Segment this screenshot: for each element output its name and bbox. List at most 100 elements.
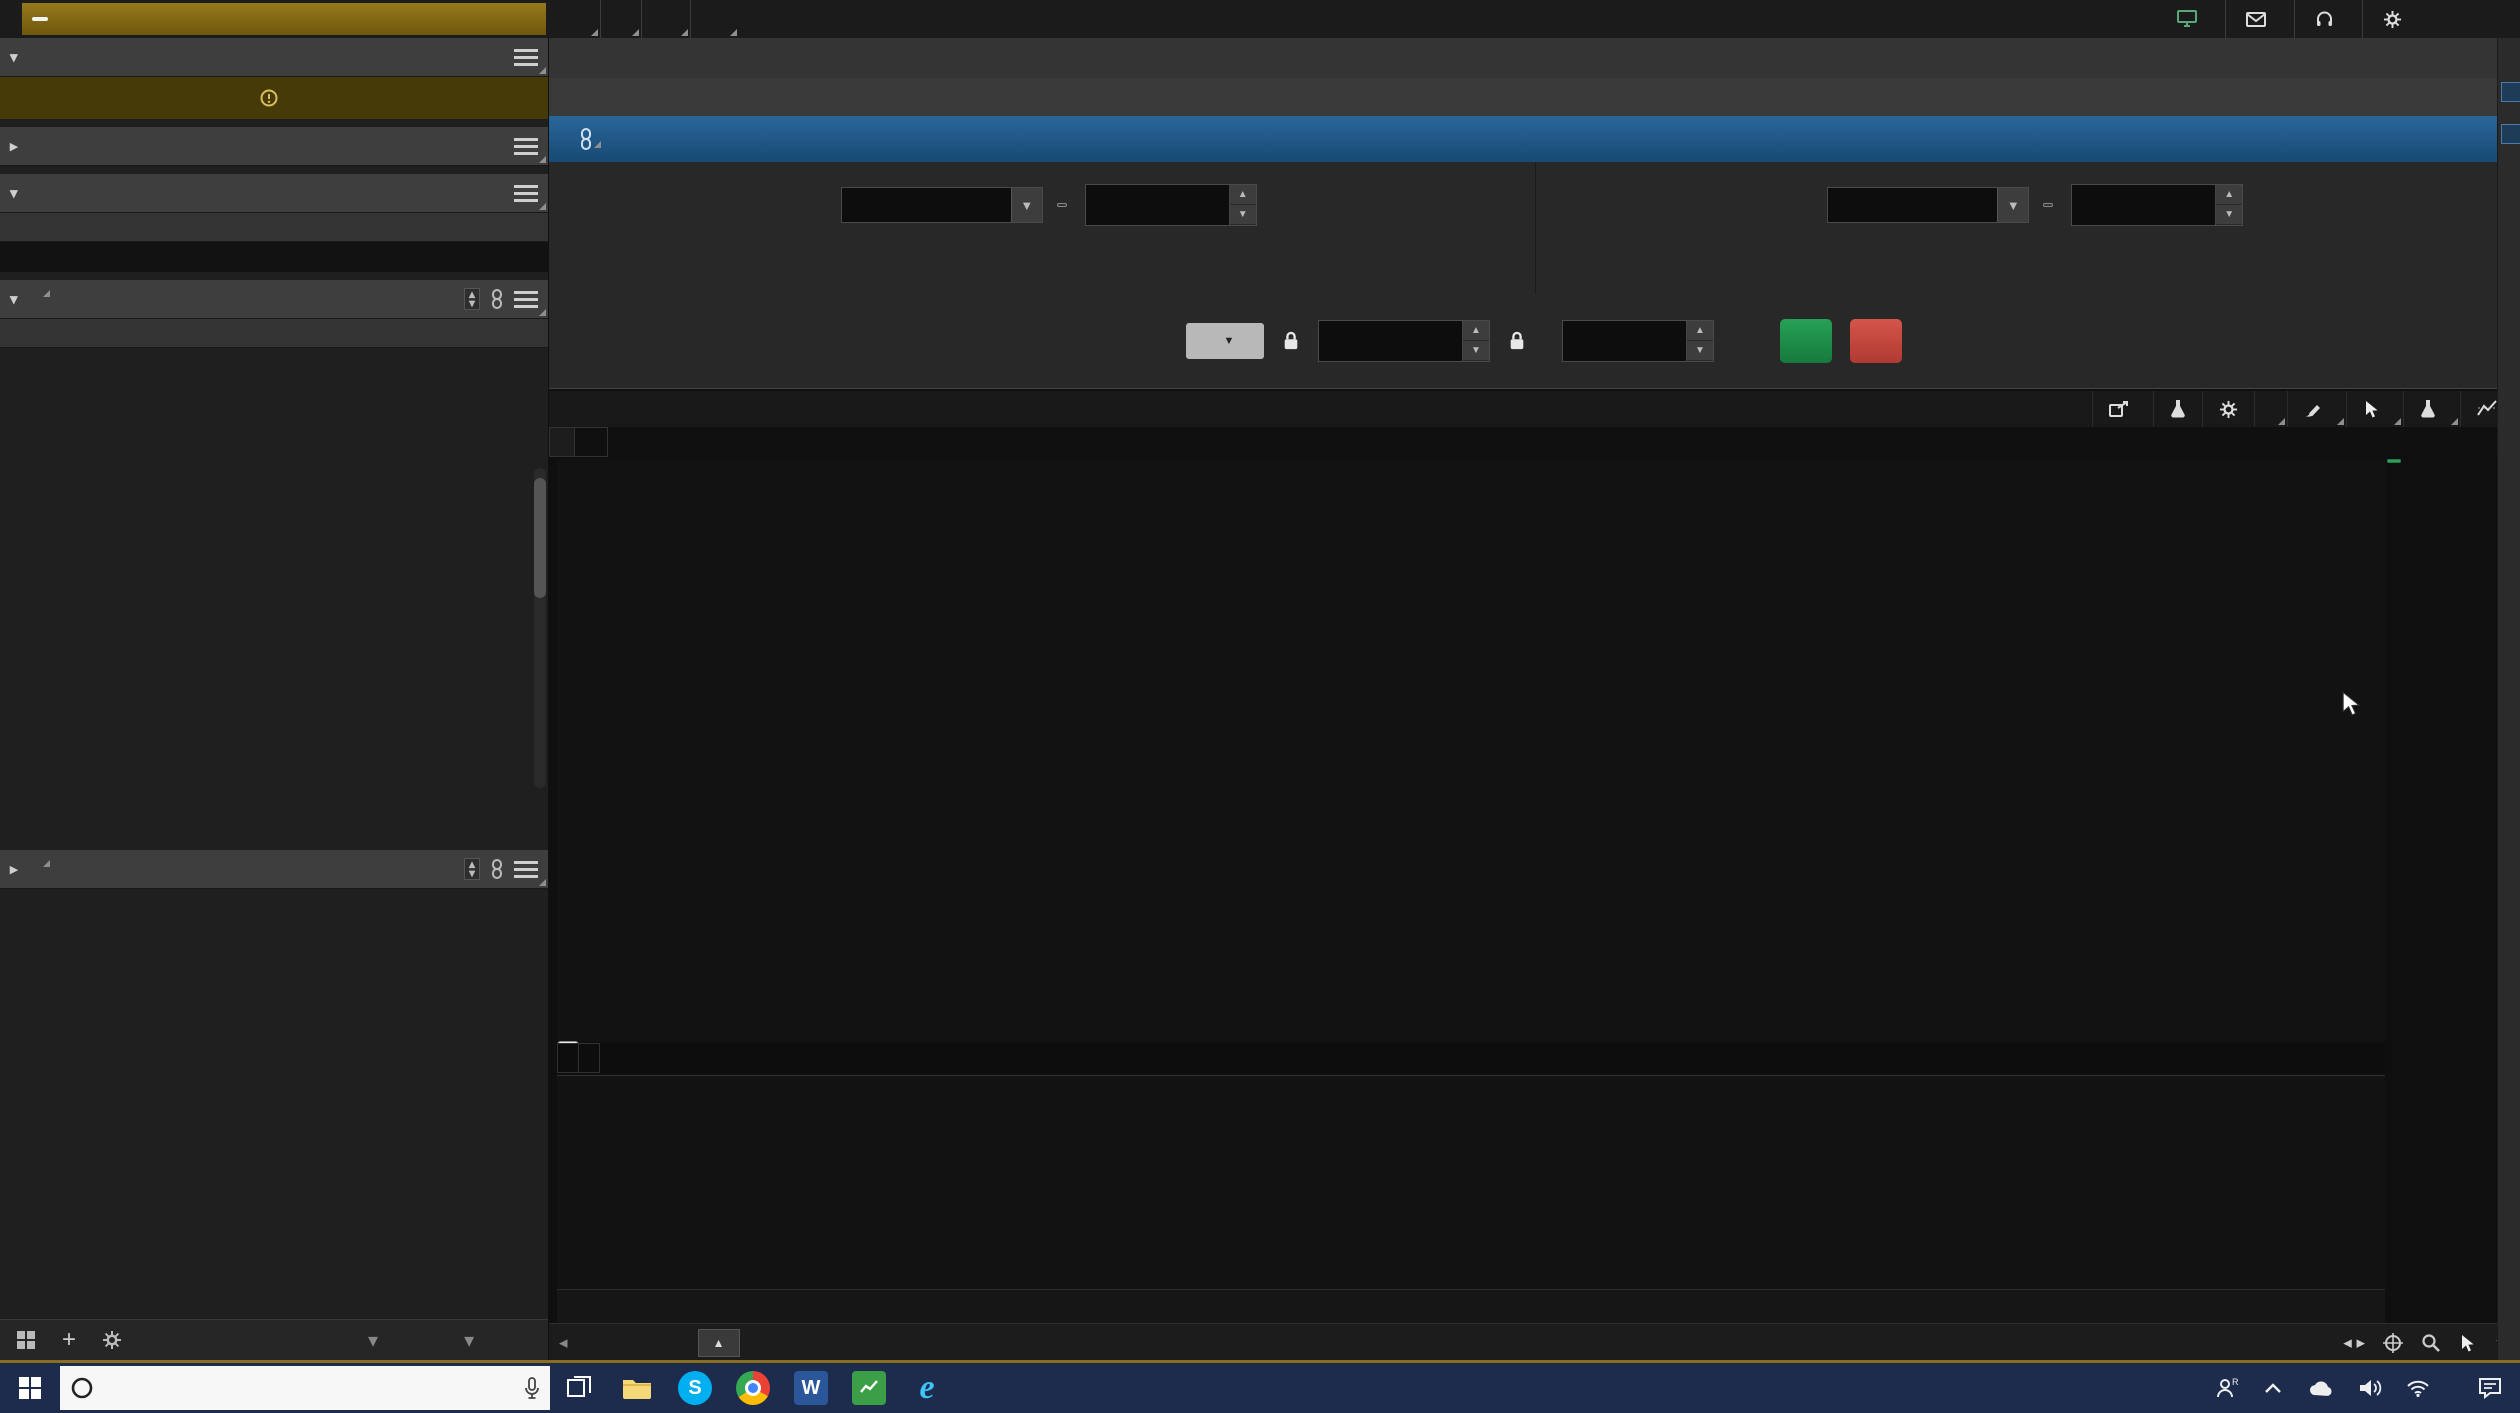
time-axis[interactable] bbox=[557, 1289, 2385, 1324]
chevron-down-icon: ▼ bbox=[1011, 188, 1042, 222]
windows-taskbar: S W e R bbox=[0, 1360, 2520, 1413]
windows-logo-icon bbox=[19, 1377, 41, 1399]
envelope-icon bbox=[2246, 12, 2266, 27]
stepper[interactable]: ▲▼ bbox=[1686, 321, 1713, 361]
link-icon[interactable] bbox=[490, 289, 504, 309]
flask-icon bbox=[2170, 399, 2186, 419]
maximize-button[interactable] bbox=[2464, 6, 2490, 32]
chrome-button[interactable] bbox=[724, 1363, 782, 1413]
correlation-pane[interactable] bbox=[557, 1075, 2385, 1291]
onedrive-icon[interactable] bbox=[2306, 1379, 2334, 1397]
task-view-icon bbox=[566, 1375, 592, 1401]
cortana-icon bbox=[70, 1376, 94, 1400]
support-chat-button[interactable] bbox=[2295, 0, 2362, 38]
scroll-left-icon[interactable]: ◂ bbox=[549, 1333, 568, 1353]
share-button[interactable] bbox=[2092, 391, 2153, 427]
word-button[interactable]: W bbox=[782, 1363, 840, 1413]
restore-panel-button[interactable] bbox=[2501, 124, 2520, 144]
studies-flask-button[interactable] bbox=[2153, 391, 2202, 427]
price-chart-plot[interactable] bbox=[557, 459, 2385, 1041]
gear-icon bbox=[2383, 10, 2402, 29]
cursor-tool-icon[interactable] bbox=[2459, 1334, 2475, 1353]
stepper[interactable]: ▲▼ bbox=[1462, 321, 1489, 361]
stepper[interactable]: ▲▼ bbox=[1229, 185, 1256, 225]
chart-toolbar bbox=[549, 391, 2520, 427]
file-explorer-button[interactable] bbox=[608, 1363, 666, 1413]
search-input[interactable] bbox=[106, 1377, 512, 1399]
trigger-condition-dropdown[interactable]: ▼ bbox=[1186, 323, 1264, 359]
zoom-icon[interactable] bbox=[2421, 1333, 2441, 1353]
right-ratio-input[interactable]: ▲▼ bbox=[2071, 184, 2243, 226]
restore-panel-button[interactable] bbox=[2501, 82, 2520, 102]
thinkorswim-button[interactable] bbox=[840, 1363, 898, 1413]
home-screen-button[interactable] bbox=[2157, 0, 2225, 38]
collapse-panel-button[interactable]: ▲ bbox=[698, 1329, 740, 1357]
price-axis[interactable] bbox=[2385, 459, 2469, 1323]
lock-icon[interactable] bbox=[1282, 330, 1300, 352]
menu-icon[interactable] bbox=[514, 861, 538, 878]
quantity-input[interactable]: ▲▼ bbox=[1562, 320, 1714, 362]
left-symbol-dropdown[interactable]: ▼ bbox=[841, 187, 1043, 223]
chevron-right-icon: ▸ bbox=[10, 860, 18, 878]
account-selector[interactable] bbox=[691, 0, 739, 38]
left-ratio-input[interactable]: ▲▼ bbox=[1085, 184, 1257, 226]
trigger-price-input[interactable]: ▲▼ bbox=[1318, 320, 1490, 362]
menu-icon[interactable] bbox=[514, 138, 538, 155]
drawings-button[interactable] bbox=[2346, 391, 2403, 427]
setup-button[interactable] bbox=[2363, 0, 2430, 38]
close-button[interactable] bbox=[2494, 6, 2520, 32]
right-symbol-dropdown[interactable]: ▼ bbox=[1827, 187, 2029, 223]
crosshair-icon[interactable] bbox=[2383, 1333, 2403, 1353]
link-icon[interactable] bbox=[490, 859, 504, 879]
study-name[interactable] bbox=[557, 1043, 579, 1073]
chevron-down-icon[interactable]: ▾ bbox=[464, 1328, 474, 1353]
account-info-header[interactable]: ▾ bbox=[0, 38, 548, 77]
correlation-svg bbox=[557, 1076, 2385, 1291]
action-center-icon[interactable] bbox=[2478, 1377, 2502, 1399]
interval-dropdown[interactable] bbox=[2254, 391, 2287, 427]
style-button[interactable] bbox=[2287, 391, 2346, 427]
messages-button[interactable] bbox=[2226, 0, 2294, 38]
menu-icon[interactable] bbox=[514, 291, 538, 308]
chart-settings-button[interactable] bbox=[2202, 391, 2254, 427]
scrollbar[interactable] bbox=[534, 468, 546, 788]
link-icon[interactable] bbox=[579, 128, 603, 150]
chevron-down-icon: ▾ bbox=[10, 48, 18, 66]
collapsed-right-gutter bbox=[2497, 38, 2520, 1360]
grid-icon[interactable] bbox=[16, 1330, 36, 1350]
add-gadget-button[interactable]: + bbox=[62, 1326, 76, 1354]
connection-status[interactable] bbox=[560, 0, 600, 38]
reorder-icon[interactable]: ▴▾ bbox=[464, 858, 480, 880]
studies-button[interactable] bbox=[2403, 391, 2460, 427]
chevron-down-icon: ▾ bbox=[10, 184, 18, 202]
internet-explorer-button[interactable]: e bbox=[898, 1363, 956, 1413]
ie-icon: e bbox=[919, 1369, 934, 1407]
microphone-icon[interactable] bbox=[524, 1376, 540, 1400]
taskbar-search[interactable] bbox=[60, 1366, 550, 1410]
clock[interactable] bbox=[642, 0, 690, 38]
chart-title[interactable] bbox=[549, 427, 575, 457]
people-icon[interactable]: R bbox=[2216, 1377, 2240, 1399]
tray-expand-icon[interactable] bbox=[2264, 1382, 2282, 1394]
data-status[interactable] bbox=[601, 0, 641, 38]
menu-icon[interactable] bbox=[514, 49, 538, 66]
start-button[interactable] bbox=[0, 1363, 60, 1413]
reorder-icon[interactable]: ▴▾ bbox=[464, 288, 480, 310]
lock-icon[interactable] bbox=[1508, 330, 1526, 352]
live-news-header[interactable]: ▸ bbox=[0, 127, 548, 166]
network-icon[interactable] bbox=[2406, 1379, 2430, 1397]
stepper[interactable]: ▲▼ bbox=[2215, 185, 2242, 225]
chevron-down-icon[interactable]: ▾ bbox=[368, 1328, 378, 1353]
pan-icons[interactable]: ◂ ▸ bbox=[2343, 1333, 2365, 1353]
skype-button[interactable]: S bbox=[666, 1363, 724, 1413]
menu-icon[interactable] bbox=[514, 185, 538, 202]
buy-pair-button[interactable] bbox=[1780, 319, 1832, 363]
minimize-button[interactable] bbox=[2434, 6, 2460, 32]
quick-quote-header[interactable]: ▾ bbox=[0, 174, 548, 213]
gear-icon[interactable] bbox=[102, 1330, 122, 1350]
watchlist-header[interactable]: ▾ ▴▾ bbox=[0, 280, 548, 319]
watchlist2-header[interactable]: ▸ ▴▾ bbox=[0, 850, 548, 889]
task-view-button[interactable] bbox=[550, 1363, 608, 1413]
sell-pair-button[interactable] bbox=[1850, 319, 1902, 363]
speaker-icon[interactable] bbox=[2358, 1378, 2382, 1398]
